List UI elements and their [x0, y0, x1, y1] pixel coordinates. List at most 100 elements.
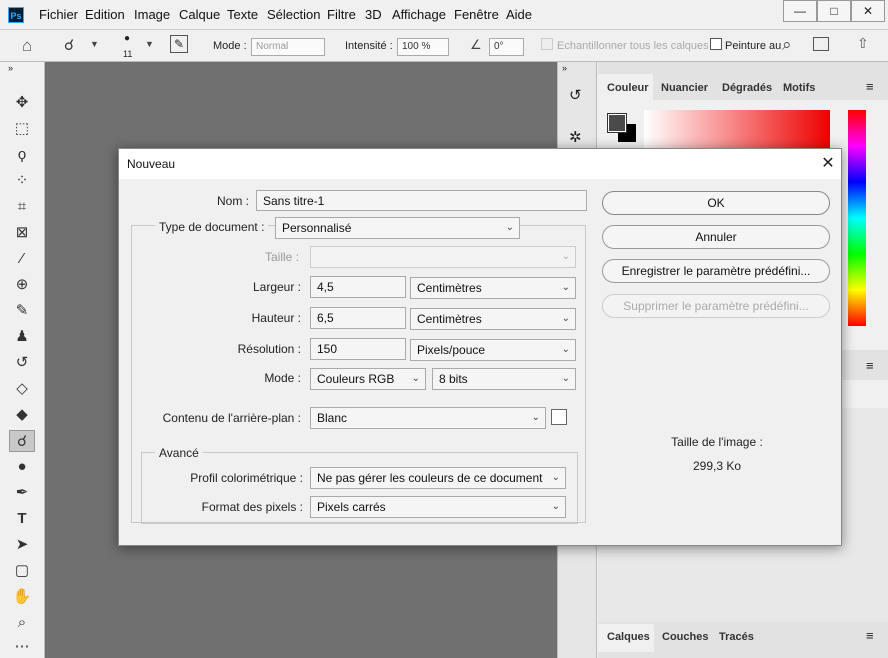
bit-depth-select[interactable]: 8 bits ⌄ [432, 368, 576, 390]
menu-calque[interactable]: Calque [179, 7, 220, 22]
home-icon[interactable]: ⌂ [22, 36, 32, 56]
tab-couleur[interactable]: Couleur [607, 82, 649, 94]
height-input[interactable]: 6,5 [310, 307, 406, 329]
lasso-tool-icon[interactable]: ϙ [9, 144, 35, 166]
tab-motifs[interactable]: Motifs [783, 82, 815, 94]
mode-select[interactable]: Normal [251, 38, 325, 56]
brush-tool-icon[interactable]: ✎ [9, 300, 35, 322]
menu-filtre[interactable]: Filtre [327, 7, 356, 22]
history-brush-tool-icon[interactable]: ↺ [9, 352, 35, 374]
collapse-toolbar-icon[interactable]: » [8, 63, 13, 73]
chevron-down-icon: ⌄ [561, 344, 570, 355]
frame-tool-icon[interactable]: ⊠ [9, 222, 35, 244]
dialog-title: Nouveau [127, 157, 176, 171]
pixel-format-select[interactable]: Pixels carrés ⌄ [310, 496, 566, 518]
color-mode-select[interactable]: Couleurs RGB ⌄ [310, 368, 426, 390]
eyedropper-tool-icon[interactable]: ⁄ [9, 248, 35, 270]
panel-menu-icon[interactable]: ≡ [866, 79, 874, 94]
tab-couches[interactable]: Couches [662, 631, 708, 643]
sample-all-checkbox[interactable] [541, 38, 553, 50]
menu-texte[interactable]: Texte [227, 7, 258, 22]
tab-degrades[interactable]: Dégradés [722, 82, 772, 94]
new-document-dialog: Nouveau ✕ Nom : Sans titre-1 Type de doc… [118, 148, 842, 546]
tab-calques[interactable]: Calques [607, 631, 650, 643]
doc-type-select[interactable]: Personnalisé ⌄ [275, 217, 520, 239]
panel-menu-icon[interactable]: ≡ [866, 358, 874, 373]
crop-tool-icon[interactable]: ⌗ [9, 196, 35, 218]
expand-panels-icon[interactable]: » [562, 63, 567, 73]
marquee-tool-icon[interactable]: ⬚ [9, 118, 35, 140]
hand-tool-icon[interactable]: ✋ [9, 586, 35, 608]
path-selection-tool-icon[interactable]: ➤ [9, 534, 35, 556]
smudge-tool-icon[interactable]: ☌ [9, 430, 35, 452]
color-profile-select[interactable]: Ne pas gérer les couleurs de ce document… [310, 467, 566, 489]
intensity-select[interactable]: 100 % [397, 38, 449, 56]
brush-settings-icon[interactable]: ✎ [170, 35, 188, 53]
chevron-down-icon: ⌄ [505, 222, 514, 233]
chevron-down-icon: ⌄ [411, 373, 420, 384]
tab-traces[interactable]: Tracés [719, 631, 754, 643]
finger-paint-label: Peinture au [725, 40, 782, 52]
menu-aide[interactable]: Aide [506, 7, 532, 22]
options-bar: ⌂ ☌ ▼ ● 11 ▼ ✎ Mode : Normal Intensité :… [0, 29, 888, 62]
healing-brush-tool-icon[interactable]: ⊕ [9, 274, 35, 296]
type-tool-icon[interactable]: T [9, 508, 35, 530]
width-unit-select[interactable]: Centimètres ⌄ [410, 277, 576, 299]
advanced-label: Avancé [155, 446, 203, 460]
chevron-down-icon: ⌄ [561, 251, 570, 262]
workspace-icon[interactable] [813, 37, 829, 51]
dodge-tool-icon[interactable]: ● [9, 456, 35, 478]
cancel-button[interactable]: Annuler [602, 225, 830, 249]
resolution-unit-select[interactable]: Pixels/pouce ⌄ [410, 339, 576, 361]
color-profile-label: Profil colorimétrique : [190, 471, 303, 485]
tab-nuancier[interactable]: Nuancier [661, 82, 708, 94]
chevron-down-icon: ⌄ [561, 373, 570, 384]
close-window-button[interactable]: ✕ [851, 0, 885, 22]
dialog-titlebar: Nouveau ✕ [119, 149, 841, 179]
ok-button[interactable]: OK [602, 191, 830, 215]
panel-menu-icon[interactable]: ≡ [866, 628, 874, 643]
size-select[interactable]: ⌄ [310, 246, 576, 268]
close-icon[interactable]: ✕ [819, 153, 837, 173]
minimize-button[interactable]: — [783, 0, 817, 22]
menu-selection[interactable]: Sélection [267, 7, 320, 22]
menu-affichage[interactable]: Affichage [392, 7, 446, 22]
share-icon[interactable]: ⇧ [857, 35, 869, 52]
background-select[interactable]: Blanc ⌄ [310, 407, 546, 429]
zoom-tool-icon[interactable]: ⌕ [9, 612, 35, 634]
eraser-tool-icon[interactable]: ◇ [9, 378, 35, 400]
search-icon[interactable]: ⌕ [782, 35, 792, 55]
foreground-color-swatch[interactable] [607, 113, 627, 133]
paint-bucket-tool-icon[interactable]: ◆ [9, 404, 35, 426]
brush-preview-icon[interactable]: ● [124, 33, 130, 44]
chevron-down-icon[interactable]: ▼ [145, 39, 154, 49]
menu-3d[interactable]: 3D [365, 7, 382, 22]
name-input[interactable]: Sans titre-1 [256, 190, 587, 211]
background-color-swatch[interactable] [551, 409, 567, 425]
maximize-button[interactable]: □ [817, 0, 851, 22]
chevron-down-icon[interactable]: ▼ [90, 39, 99, 49]
rectangle-tool-icon[interactable]: ▢ [9, 560, 35, 582]
finger-paint-checkbox[interactable] [710, 38, 722, 50]
save-preset-button[interactable]: Enregistrer le paramètre prédéfini... [602, 259, 830, 283]
width-unit-value: Centimètres [417, 281, 482, 295]
hue-slider[interactable] [848, 110, 866, 326]
resolution-input[interactable]: 150 [310, 338, 406, 360]
stamp-tool-icon[interactable]: ♟ [9, 326, 35, 348]
width-input[interactable]: 4,5 [310, 276, 406, 298]
properties-panel-icon[interactable]: ✲ [569, 128, 582, 146]
more-tools-icon[interactable]: ⋯ [9, 636, 35, 658]
history-panel-icon[interactable]: ↺ [569, 86, 582, 104]
pen-tool-icon[interactable]: ✒ [9, 482, 35, 504]
quick-selection-tool-icon[interactable]: ⁘ [9, 170, 35, 192]
delete-preset-button[interactable]: Supprimer le paramètre prédéfini... [602, 294, 830, 318]
menu-edition[interactable]: Edition [85, 7, 125, 22]
color-profile-value: Ne pas gérer les couleurs de ce document [317, 471, 543, 485]
menu-image[interactable]: Image [134, 7, 170, 22]
menu-fichier[interactable]: Fichier [39, 7, 78, 22]
smudge-tool-icon[interactable]: ☌ [64, 36, 74, 54]
menu-fenetre[interactable]: Fenêtre [454, 7, 499, 22]
move-tool-icon[interactable]: ✥ [9, 92, 35, 114]
angle-input[interactable]: 0° [489, 38, 524, 56]
height-unit-select[interactable]: Centimètres ⌄ [410, 308, 576, 330]
